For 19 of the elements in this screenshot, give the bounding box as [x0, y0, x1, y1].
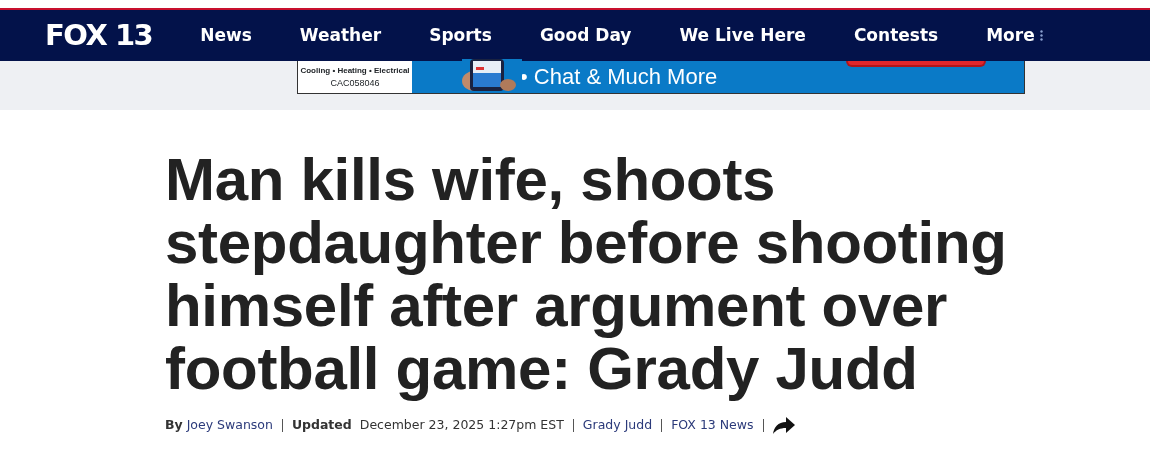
ad-text: CAC058046	[330, 77, 380, 89]
headline: Man kills wife, shoots stepdaughter before shooting himself after argument over football game: Grady Judd	[165, 148, 1008, 400]
timestamp: December 23, 2025 1:27pm EST	[359, 416, 564, 434]
byline-label: By	[165, 416, 183, 434]
nav-link[interactable]: Sports	[429, 22, 492, 49]
logo[interactable]: FOX 13	[45, 13, 153, 58]
ad-text: Cooling • Heating • Electrical	[300, 65, 410, 77]
nav-link[interactable]: We Live Here	[679, 22, 806, 49]
nav-link[interactable]: Good Day	[539, 22, 632, 49]
nav-link[interactable]: News	[200, 22, 252, 49]
tag-link[interactable]: FOX 13 News	[671, 416, 754, 435]
nav-link[interactable]: Contests	[853, 22, 939, 49]
nav-link[interactable]: Weather	[299, 22, 382, 49]
more-icon	[1039, 30, 1043, 41]
nav-link[interactable]: More	[986, 22, 1043, 49]
updated-label: Updated	[291, 416, 352, 434]
tag-link[interactable]: Grady Judd	[582, 416, 653, 435]
share-icon[interactable]	[772, 416, 795, 434]
author-link[interactable]: Joey Swanson	[186, 416, 273, 435]
